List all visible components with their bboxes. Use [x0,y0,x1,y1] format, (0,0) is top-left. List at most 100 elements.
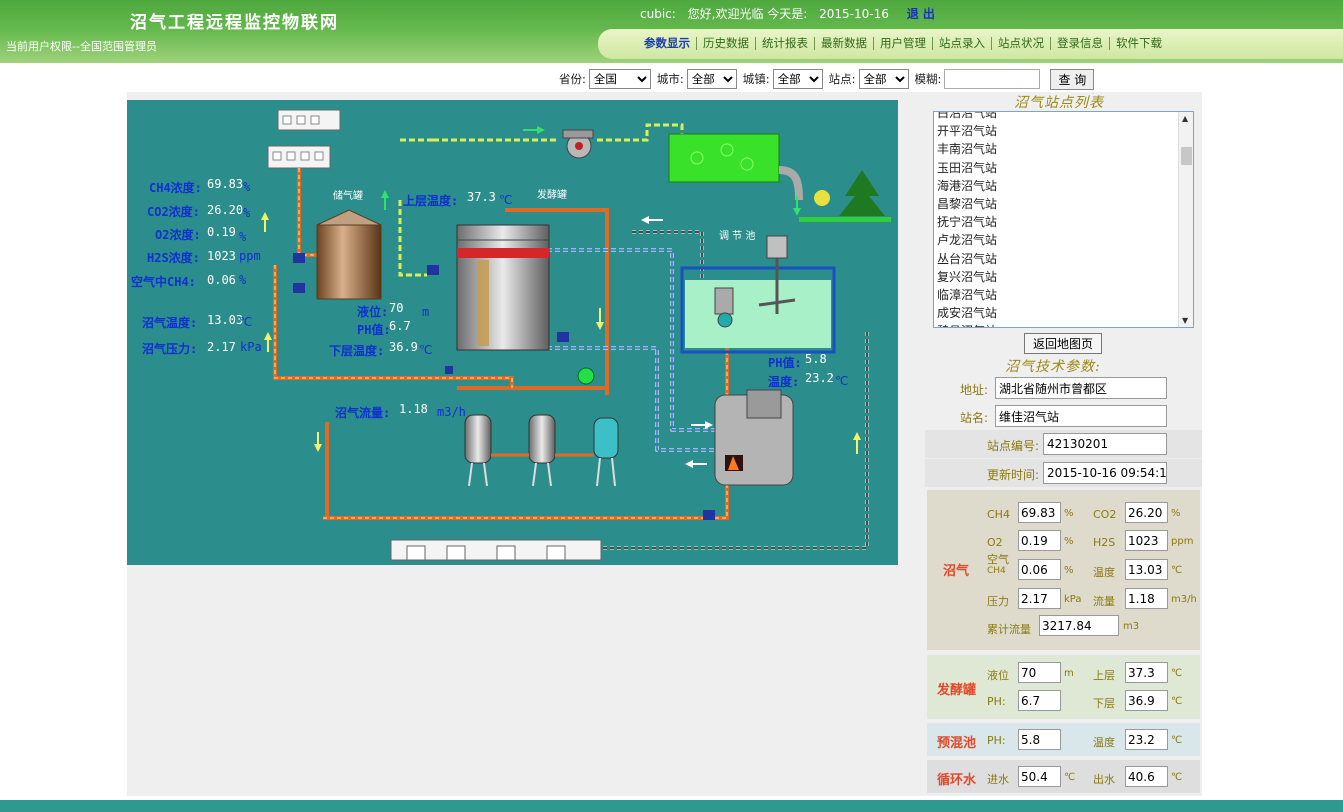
station-name-label: 站名: [960,411,989,425]
station-list-item[interactable]: 丛台沼气站 [937,250,997,268]
province-select[interactable]: 全国 [588,69,651,89]
station-list-item[interactable]: 玉田沼气站 [937,159,997,177]
station-select[interactable]: 全部 [858,69,909,89]
biogas-co2-field[interactable] [1125,502,1168,523]
diag-o2-label: O2浓度: [155,228,201,242]
water-in-field[interactable] [1018,766,1061,787]
station-list-item[interactable]: 海港沼气站 [937,177,997,195]
town-select[interactable]: 全部 [772,69,823,89]
station-name-field[interactable] [995,405,1167,427]
back-to-map-button[interactable]: 返回地图页 [1024,333,1102,354]
diag-pooltemp-label: 温度: [768,375,800,389]
process-diagram: CH4浓度: 69.83 % CO2浓度: 26.20 % O2浓度: 0.19… [127,100,898,565]
address-row: 地址: [925,374,1202,402]
nav-latest[interactable]: 最新数据 [815,37,874,50]
water-group-label: 循环水 [937,773,977,788]
diag-toptemp-value: 37.3 [467,190,496,204]
greeting: 您好,欢迎光临 今天是: [687,7,808,21]
diag-gastemp-label: 沼气温度: [142,316,198,330]
fuzzy-search-input[interactable] [944,69,1041,89]
listbox-scrollbar[interactable]: ▲ ▼ [1178,112,1193,327]
biogas-ch4-field[interactable] [1018,502,1061,523]
diag-ch4-unit: % [243,180,251,194]
station-code-field[interactable] [1043,433,1167,455]
diag-bottomtemp-value: 36.9 [389,340,418,354]
right-panel: 沼气站点列表 白沼沼气站 开平沼气站 丰南沼气站 玉田沼气站 海港沼气站 昌黎沼气站 抚宁沼… [925,92,1202,796]
ferment-ph-field[interactable] [1018,690,1061,711]
water-out-field[interactable] [1125,766,1168,787]
station-listbox[interactable]: 白沼沼气站 开平沼气站 丰南沼气站 玉田沼气站 海港沼气站 昌黎沼气站 抚宁沼气站 卢龙沼气站… [933,111,1194,328]
station-list-item[interactable]: 魏县沼气站 [937,322,997,327]
nav-history[interactable]: 历史数据 [697,37,756,50]
tech-params-title: 沼气技术参数: [1005,359,1101,375]
premix-temp-unit: ℃ [1171,735,1183,746]
update-time-label: 更新时间: [987,468,1040,482]
diag-flow-label: 沼气流量: [335,406,391,420]
ferment-group: 发酵罐 液位 m 上层 ℃ PH: 下层 ℃ [927,655,1200,719]
premix-group: 预混池 PH: 温度 ℃ [927,723,1200,756]
address-label: 地址: [960,383,989,397]
user-permission: 当前用户权限--全国范围管理员 [6,40,157,53]
logout-link[interactable]: 退 出 [907,7,935,21]
station-list-item[interactable]: 成安沼气站 [937,304,997,322]
scroll-up-icon[interactable]: ▲ [1182,114,1188,123]
station-list-item[interactable]: 昌黎沼气站 [937,195,997,213]
biogas-h2s-field[interactable] [1125,530,1168,551]
biogas-press-label: 压力 [987,595,1009,608]
biogas-temp-field[interactable] [1125,559,1168,580]
ferment-level-field[interactable] [1018,662,1061,683]
nav-station-entry[interactable]: 站点录入 [933,37,992,50]
filter-bar: 省份: 全国 城市: 全部 城镇: 全部 站点: 全部 模糊: 查 询 [553,68,1095,90]
station-list-item[interactable]: 丰南沼气站 [937,140,997,158]
biogas-flow-unit: m3/h [1171,594,1197,605]
biogas-flow-field[interactable] [1125,588,1168,609]
station-list-item[interactable]: 白沼沼气站 [937,112,997,122]
biogas-o2-field[interactable] [1018,530,1061,551]
diag-h2s-value: 1023 [207,249,236,263]
address-field[interactable] [995,377,1167,399]
station-code-label: 站点编号: [987,439,1040,453]
update-time-row: 更新时间: [925,459,1202,487]
biogas-group-label: 沼气 [943,564,970,579]
storage-tank-label: 储气罐 [333,191,363,202]
nav-download[interactable]: 软件下载 [1110,37,1168,50]
station-name-row: 站名: [925,402,1202,430]
nav-users[interactable]: 用户管理 [874,37,933,50]
header: 沼气工程远程监控物联网 当前用户权限--全国范围管理员 cubic: 您好,欢迎… [0,0,1343,63]
station-list-item[interactable]: 抚宁沼气站 [937,213,997,231]
premix-temp-field[interactable] [1125,729,1168,750]
town-label: 城镇: [742,72,770,86]
station-list-item[interactable]: 复兴沼气站 [937,268,997,286]
biogas-press-field[interactable] [1018,588,1061,609]
query-button[interactable]: 查 询 [1050,68,1095,90]
scroll-down-icon[interactable]: ▼ [1182,316,1188,325]
nav-login-info[interactable]: 登录信息 [1051,37,1110,50]
current-date: 2015-10-16 [819,7,889,21]
scroll-thumb[interactable] [1181,147,1192,165]
biogas-total-field[interactable] [1039,615,1119,636]
nav-reports[interactable]: 统计报表 [756,37,815,50]
biogas-flow-label: 流量 [1093,595,1115,608]
city-select[interactable]: 全部 [686,69,737,89]
ferment-top-unit: ℃ [1171,668,1183,679]
nav-params[interactable]: 参数显示 [638,37,697,50]
diag-airch4-value: 0.06 [207,273,236,287]
ferment-group-label: 发酵罐 [937,683,977,698]
boiler-icon [714,389,794,486]
nav-station-status[interactable]: 站点状况 [992,37,1051,50]
diag-gaspress-label: 沼气压力: [142,342,198,356]
ferment-top-field[interactable] [1125,662,1168,683]
ferment-bottom-field[interactable] [1125,690,1168,711]
station-list-item[interactable]: 临漳沼气站 [937,286,997,304]
update-time-field[interactable] [1043,462,1167,484]
biogas-ch4-label: CH4 [987,508,1010,521]
biogas-air-ch4-field[interactable] [1018,559,1061,580]
purifier-tanks [464,367,619,487]
biogas-total-unit: m3 [1123,621,1140,632]
biogas-temp-label: 温度 [1093,566,1115,579]
station-list-item[interactable]: 开平沼气站 [937,122,997,140]
station-list-item[interactable]: 卢龙沼气站 [937,231,997,249]
premix-ph-field[interactable] [1018,729,1061,750]
biogas-h2s-label: H2S [1093,536,1116,549]
diag-ph-label: PH值: [357,323,391,337]
